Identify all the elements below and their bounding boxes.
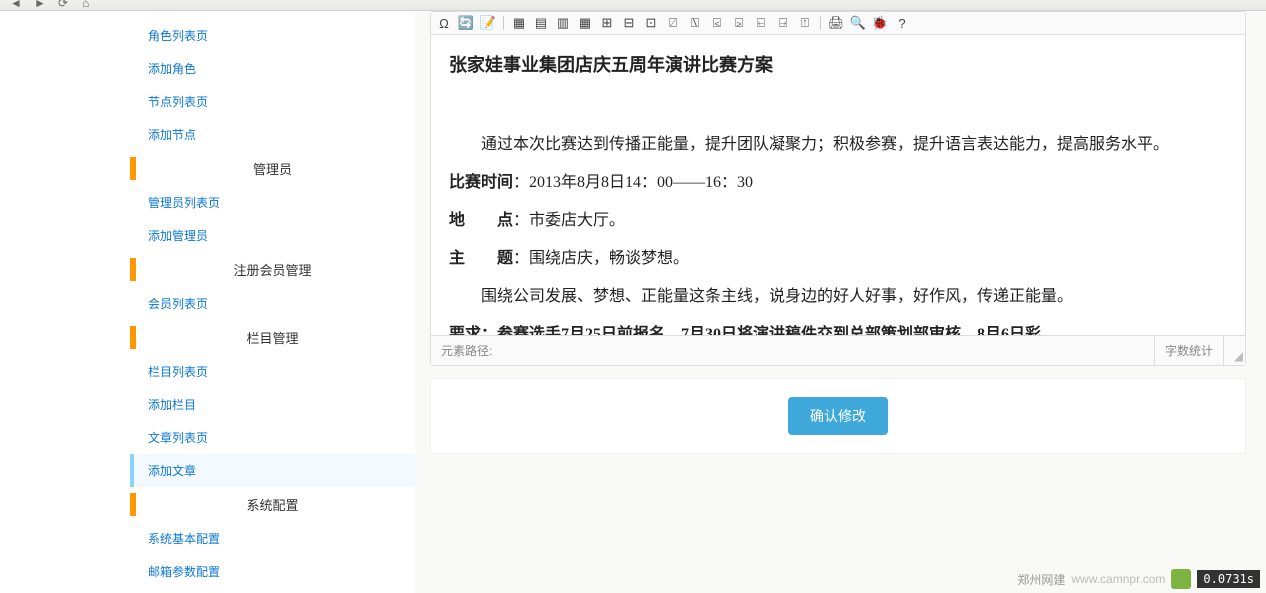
brand-text: 郑州网建 xyxy=(1017,571,1065,588)
brand-logo-icon xyxy=(1171,569,1191,589)
sidebar-item[interactable]: 添加节点 xyxy=(130,118,415,151)
header-bar-icon xyxy=(130,258,136,281)
sidebar-item[interactable]: 添加文章 xyxy=(130,454,415,487)
sidebar-item[interactable]: 节点列表页 xyxy=(130,85,415,118)
page-timing: 0.0731s xyxy=(1197,570,1260,588)
article-time[interactable]: 比赛时间：2013年8月8日14：00——16：30 xyxy=(449,167,1227,199)
sidebar-item[interactable]: 文章列表页 xyxy=(130,421,415,454)
main-content: Ω🔄📝▦▤▥▦⊞⊟⊡⍁⍂⍃⍄⍇⍈⍐🖨🔍🐞? 张家娃事业集团店庆五周年演讲比赛方案… xyxy=(415,11,1266,593)
toolbar-button-icon[interactable]: 🐞 xyxy=(871,14,889,32)
sidebar-header-label: 管理员 xyxy=(253,162,292,177)
footer-brand: 郑州网建 www.camnpr.com 0.0731s xyxy=(1017,569,1260,589)
toolbar-button-icon[interactable]: Ω xyxy=(435,14,453,32)
toolbar-button-icon[interactable]: ▥ xyxy=(554,14,572,32)
resize-handle-icon[interactable]: ◢ xyxy=(1223,336,1245,365)
browser-top-bar: ◄ ► ⟳ ⌂ xyxy=(0,0,1266,11)
header-bar-icon xyxy=(130,157,136,180)
sidebar: 角色列表页添加角色节点列表页添加节点管理员管理员列表页添加管理员注册会员管理会员… xyxy=(0,11,415,593)
brand-url: www.camnpr.com xyxy=(1071,572,1165,586)
submit-button[interactable]: 确认修改 xyxy=(788,397,888,435)
toolbar-button-icon[interactable]: ⍐ xyxy=(796,14,814,32)
toolbar-button-icon[interactable]: ⍁ xyxy=(664,14,682,32)
editor-toolbar: Ω🔄📝▦▤▥▦⊞⊟⊡⍁⍂⍃⍄⍇⍈⍐🖨🔍🐞? xyxy=(431,12,1245,35)
sidebar-header: 注册会员管理 xyxy=(130,252,415,287)
sidebar-item[interactable]: 会员列表页 xyxy=(130,287,415,320)
sidebar-header: 管理员 xyxy=(130,151,415,186)
toolbar-button-icon[interactable]: ▤ xyxy=(532,14,550,32)
forward-icon[interactable]: ► xyxy=(34,0,50,12)
submit-row: 确认修改 xyxy=(430,378,1246,454)
sidebar-header-label: 栏目管理 xyxy=(246,331,298,346)
editor-footer: 元素路径: 字数统计 ◢ xyxy=(431,335,1245,365)
article-title[interactable]: 张家娃事业集团店庆五周年演讲比赛方案 xyxy=(449,47,1227,83)
article-req[interactable]: 要求：参赛选手7月25日前报名，7月30日将演讲稿件交到总部策划部审核，8月6日… xyxy=(449,319,1227,335)
refresh-icon[interactable]: ⟳ xyxy=(58,0,74,12)
article-intro[interactable]: 通过本次比赛达到传播正能量，提升团队凝聚力；积极参赛，提升语言表达能力，提高服务… xyxy=(449,129,1227,161)
toolbar-button-icon[interactable]: ⍈ xyxy=(774,14,792,32)
sidebar-item[interactable]: 管理员列表页 xyxy=(130,186,415,219)
toolbar-button-icon[interactable]: ⍄ xyxy=(730,14,748,32)
header-bar-icon xyxy=(130,493,136,516)
sidebar-item[interactable]: 栏目列表页 xyxy=(130,355,415,388)
sidebar-header-label: 系统配置 xyxy=(246,498,298,513)
article-topic[interactable]: 主 题：围绕店庆，畅谈梦想。 xyxy=(449,243,1227,275)
sidebar-header-label: 注册会员管理 xyxy=(233,263,311,278)
article-topic-desc[interactable]: 围绕公司发展、梦想、正能量这条主线，说身边的好人好事，好作风，传递正能量。 xyxy=(449,281,1227,313)
sidebar-item[interactable]: 添加角色 xyxy=(130,52,415,85)
home-icon[interactable]: ⌂ xyxy=(82,0,98,12)
sidebar-item[interactable]: 系统基本配置 xyxy=(130,522,415,555)
toolbar-button-icon[interactable]: ⍇ xyxy=(752,14,770,32)
rich-text-editor: Ω🔄📝▦▤▥▦⊞⊟⊡⍁⍂⍃⍄⍇⍈⍐🖨🔍🐞? 张家娃事业集团店庆五周年演讲比赛方案… xyxy=(430,11,1246,366)
toolbar-button-icon[interactable]: 📝 xyxy=(479,14,497,32)
back-icon[interactable]: ◄ xyxy=(10,0,26,12)
toolbar-button-icon[interactable]: ⊡ xyxy=(642,14,660,32)
toolbar-button-icon[interactable]: ⍃ xyxy=(708,14,726,32)
toolbar-button-icon[interactable]: ? xyxy=(893,14,911,32)
sidebar-header: 栏目管理 xyxy=(130,320,415,355)
toolbar-button-icon[interactable]: ⍂ xyxy=(686,14,704,32)
toolbar-separator xyxy=(820,16,821,30)
header-bar-icon xyxy=(130,326,136,349)
toolbar-button-icon[interactable]: 🔄 xyxy=(457,14,475,32)
sidebar-header: 系统配置 xyxy=(130,487,415,522)
toolbar-button-icon[interactable]: ▦ xyxy=(510,14,528,32)
element-path[interactable]: 元素路径: xyxy=(431,336,1154,365)
toolbar-button-icon[interactable]: ▦ xyxy=(576,14,594,32)
toolbar-button-icon[interactable]: ⊟ xyxy=(620,14,638,32)
toolbar-button-icon[interactable]: 🔍 xyxy=(849,14,867,32)
sidebar-item[interactable]: 添加栏目 xyxy=(130,388,415,421)
word-count[interactable]: 字数统计 xyxy=(1154,336,1223,365)
editor-content-area[interactable]: 张家娃事业集团店庆五周年演讲比赛方案 通过本次比赛达到传播正能量，提升团队凝聚力… xyxy=(431,35,1245,335)
toolbar-button-icon[interactable]: 🖨 xyxy=(827,14,845,32)
article-place[interactable]: 地 点：市委店大厅。 xyxy=(449,205,1227,237)
toolbar-separator xyxy=(503,16,504,30)
sidebar-item[interactable]: 角色列表页 xyxy=(130,19,415,52)
sidebar-item[interactable]: 邮箱参数配置 xyxy=(130,555,415,588)
toolbar-button-icon[interactable]: ⊞ xyxy=(598,14,616,32)
sidebar-item[interactable]: 添加管理员 xyxy=(130,219,415,252)
